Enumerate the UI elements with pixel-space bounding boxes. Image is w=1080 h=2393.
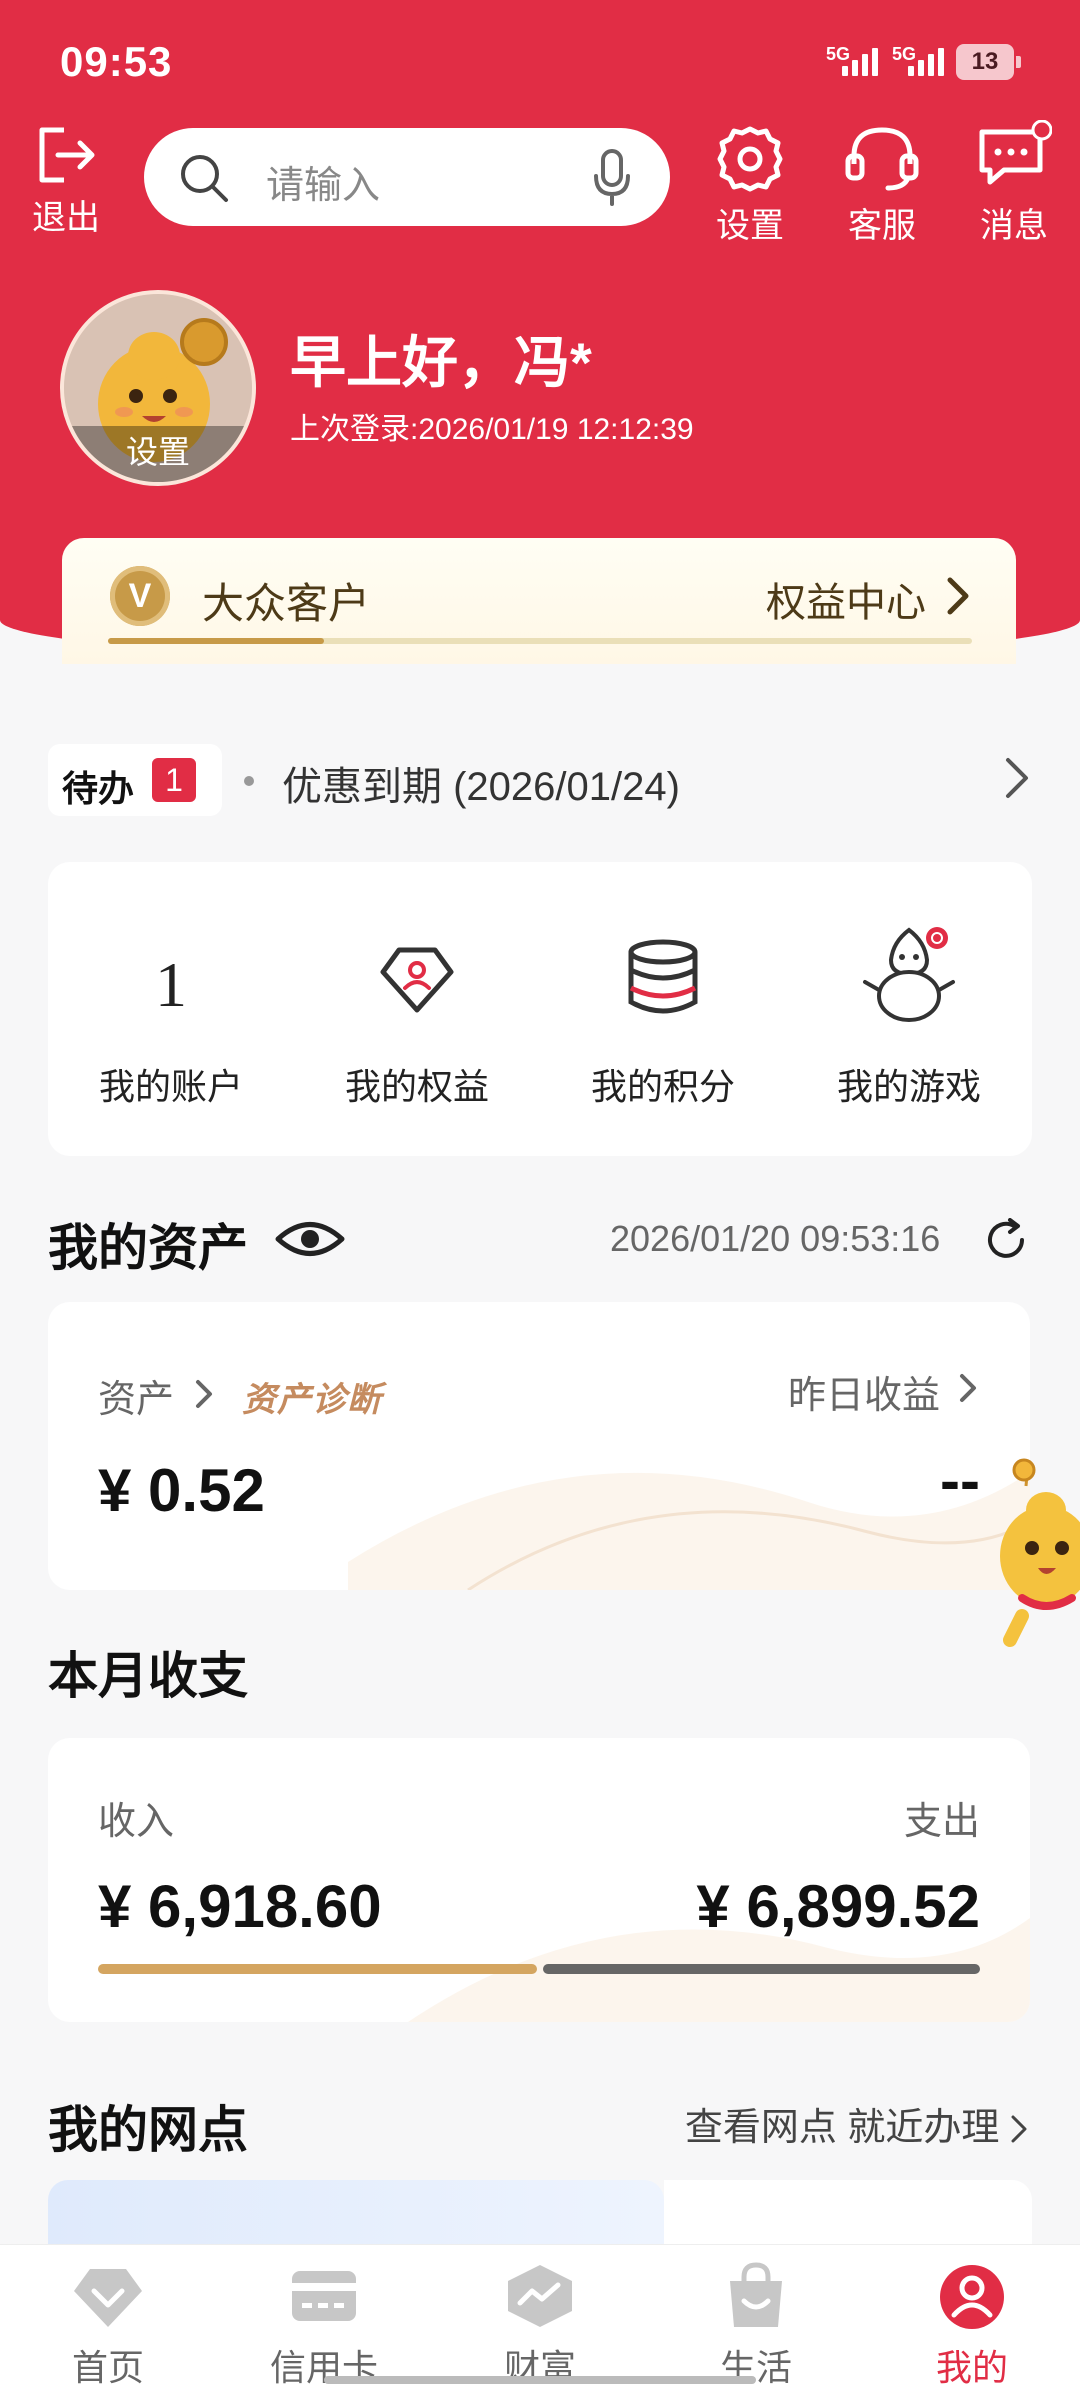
headset-icon [845,127,919,191]
service-button[interactable]: 客服 [842,124,922,247]
home-indicator [324,2376,756,2384]
account-count: 1 [155,949,187,1020]
my-games-item[interactable]: 我的游戏 [786,862,1032,1156]
chevron-right-icon [1006,758,1028,798]
branch-title: 我的网点 [48,2102,248,2158]
chevron-right-icon [1011,2115,1027,2143]
assets-card[interactable]: 资产 资产诊断 昨日收益 ¥ 0.52 -- [48,1302,1030,1590]
signal-icon-2 [908,48,944,76]
asset-amount: ¥ 0.52 [98,1457,265,1524]
service-label: 客服 [848,207,916,245]
tab-home[interactable]: 首页 [0,2245,216,2393]
logout-button[interactable]: 退出 [28,124,104,239]
settings-button[interactable]: 设置 [710,124,790,247]
monthly-income-expense-card[interactable]: 收入 支出 ¥ 6,918.60 ¥ 6,899.52 [48,1738,1030,2022]
asset-label[interactable]: 资产 [98,1368,174,1423]
tab-home-label: 首页 [71,2347,144,2388]
expense-amount: ¥ 6,899.52 [696,1873,980,1940]
my-benefits-item[interactable]: 我的权益 [294,862,540,1156]
search-icon [181,155,228,202]
my-games-label: 我的游戏 [836,1066,981,1107]
tab-mine-label: 我的 [935,2347,1008,2388]
avatar[interactable]: 设置 [60,290,256,486]
yesterday-earnings-label[interactable]: 昨日收益 [788,1364,940,1419]
signal-icon [842,48,878,76]
search-input[interactable]: 请输入 [144,128,670,226]
tab-mine[interactable]: 我的 [864,2245,1080,2393]
todo-text: 优惠到期 (2026/01/24) [282,765,680,809]
status-bar: 09:53 5G 5G 13 [0,0,1080,120]
logout-label: 退出 [32,199,100,237]
assets-title: 我的资产 [48,1220,248,1276]
floating-mascot-icon[interactable] [988,1456,1080,1656]
coin-stack-icon [628,939,698,1014]
assets-updated-time: 2026/01/20 09:53:16 [610,1218,941,1259]
yesterday-earnings-value: -- [940,1447,980,1514]
status-time: 09:53 [60,38,173,85]
chevron-right-icon [196,1380,212,1408]
settings-label: 设置 [716,207,784,245]
wave-decoration [348,1472,1030,1590]
vip-badge-icon: V [110,566,170,626]
wealth-icon [508,2265,572,2327]
credit-card-icon [292,2271,356,2321]
bullet-dot [244,776,254,786]
quick-access-card: 1 我的账户 我的权益 我的积分 我的游戏 [48,862,1032,1156]
income-bar [98,1964,537,1974]
snowman-icon [863,927,955,1022]
refresh-icon[interactable] [984,1218,1028,1262]
chevron-right-icon [947,577,969,615]
tier-name: 大众客户 [202,580,371,627]
search-placeholder: 请输入 [266,165,381,207]
microphone-icon[interactable] [592,148,632,208]
view-branches-label: 查看网点 就近办理 [684,2107,1000,2149]
income-label: 收入 [98,1801,175,1843]
membership-tier-card[interactable]: V 大众客户 权益中心 [62,538,1016,664]
tab-wealth[interactable]: 财富 [432,2245,648,2393]
my-benefits-label: 我的权益 [344,1066,489,1107]
bottom-tab-bar: 首页 信用卡 财富 生活 我的 [0,2244,1080,2393]
tab-credit-card[interactable]: 信用卡 [216,2245,432,2393]
tier-progress-bar [108,638,972,644]
tab-life[interactable]: 生活 [648,2245,864,2393]
my-accounts-item[interactable]: 1 我的账户 [48,862,294,1156]
messages-label: 消息 [980,207,1048,245]
benefits-center-link[interactable]: 权益中心 [766,570,926,628]
profile-icon [940,2265,1004,2329]
messages-button[interactable]: 消息 [972,120,1056,247]
message-icon [979,120,1052,185]
eye-icon[interactable] [274,1214,346,1264]
asset-diagnosis-link[interactable]: 资产诊断 [242,1372,382,1421]
last-login-text: 上次登录:2026/01/19 12:12:39 [290,413,694,446]
my-accounts-label: 我的账户 [98,1066,243,1107]
todo-count-badge: 1 [152,758,196,802]
my-points-item[interactable]: 我的积分 [540,862,786,1156]
gear-icon [717,126,783,192]
chevron-right-icon [960,1374,976,1402]
diamond-icon [380,947,454,1013]
greeting-text: 早上好，冯* [290,331,592,394]
income-amount: ¥ 6,918.60 [98,1873,382,1940]
todo-row[interactable]: 待办 1 优惠到期 (2026/01/24) [48,740,1032,828]
todo-label: 待办 [62,768,135,809]
avatar-caption: 设置 [64,426,252,482]
shopping-bag-icon [730,2262,782,2327]
logout-icon [39,127,95,183]
home-icon [74,2269,142,2327]
expense-label: 支出 [903,1801,980,1843]
my-points-label: 我的积分 [590,1066,735,1107]
expense-bar [542,1964,980,1974]
tier-progress-fill [108,638,324,644]
todo-chip: 待办 1 [48,744,222,816]
battery-icon: 13 [956,44,1021,80]
view-branches-link[interactable]: 查看网点 就近办理 [685,2096,1028,2151]
monthly-title: 本月收支 [48,1648,248,1704]
